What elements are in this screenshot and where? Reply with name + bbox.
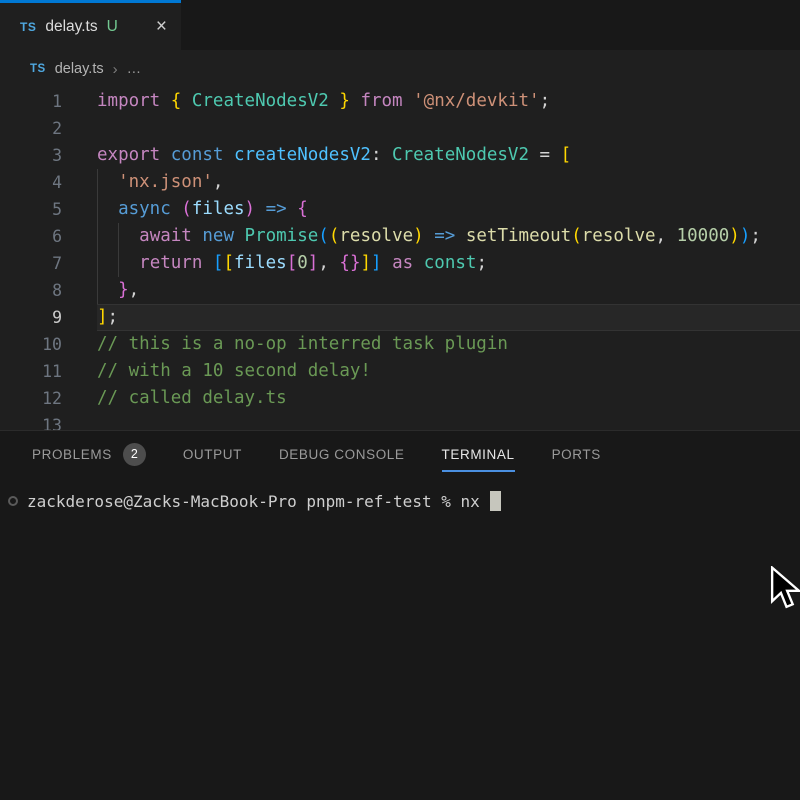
code-text [97, 412, 800, 430]
line-number[interactable]: 8 [0, 277, 62, 304]
code-line[interactable]: 9]; [0, 304, 800, 331]
tab-ports-label: PORTS [552, 447, 601, 462]
code-line[interactable]: 10 // this is a no-op interred task plugi… [0, 331, 800, 358]
line-number[interactable]: 6 [0, 223, 62, 250]
code-line[interactable]: 2 [0, 115, 800, 142]
code-text: await new Promise((resolve) => setTimeou… [97, 223, 800, 250]
tab-problems-label: PROBLEMS [32, 447, 112, 462]
code-line[interactable]: 7 return [[files[0], {}]] as const; [0, 250, 800, 277]
code-line[interactable]: 13 [0, 412, 800, 430]
line-number[interactable]: 10 [0, 331, 62, 358]
line-number[interactable]: 1 [0, 88, 62, 115]
typescript-file-icon: TS [30, 63, 46, 75]
line-number[interactable]: 4 [0, 169, 62, 196]
panel-tab-bar: PROBLEMS 2 OUTPUT DEBUG CONSOLE TERMINAL… [0, 431, 800, 477]
code-text: }, [97, 277, 800, 304]
tab-title: delay.ts [45, 18, 97, 36]
tab-terminal-label: TERMINAL [442, 447, 515, 462]
terminal-prompt: zackderose@Zacks-MacBook-Pro pnpm-ref-te… [27, 492, 480, 511]
code-text: async (files) => { [97, 196, 800, 223]
tab-delay-ts[interactable]: TS delay.ts U × [0, 0, 181, 50]
code-text: // called delay.ts [97, 385, 800, 412]
tab-terminal[interactable]: TERMINAL [442, 431, 515, 477]
breadcrumb-symbol[interactable]: … [127, 61, 143, 77]
tab-output[interactable]: OUTPUT [183, 431, 242, 477]
line-number[interactable]: 7 [0, 250, 62, 277]
code-line[interactable]: 6 await new Promise((resolve) => setTime… [0, 223, 800, 250]
code-line[interactable]: 8 }, [0, 277, 800, 304]
terminal[interactable]: zackderose@Zacks-MacBook-Pro pnpm-ref-te… [8, 490, 800, 512]
line-number[interactable]: 9 [0, 304, 62, 331]
indent-guide [97, 223, 98, 250]
close-icon[interactable]: × [156, 17, 167, 36]
line-number[interactable]: 2 [0, 115, 62, 142]
tab-output-label: OUTPUT [183, 447, 242, 462]
code-line[interactable]: 3 export const createNodesV2: CreateNodes… [0, 142, 800, 169]
bottom-panel: PROBLEMS 2 OUTPUT DEBUG CONSOLE TERMINAL… [0, 430, 800, 800]
code-text: return [[files[0], {}]] as const; [97, 250, 800, 277]
line-number[interactable]: 12 [0, 385, 62, 412]
problems-count-badge: 2 [123, 443, 146, 466]
tab-debug-console[interactable]: DEBUG CONSOLE [279, 431, 405, 477]
code-text: export const createNodesV2: CreateNodesV… [97, 142, 800, 169]
git-status-badge: U [107, 18, 118, 36]
code-lines: 1 import { CreateNodesV2 } from '@nx/devk… [0, 88, 800, 430]
tab-debug-console-label: DEBUG CONSOLE [279, 447, 405, 462]
command-decoration-icon [8, 496, 18, 506]
code-line[interactable]: 11 // with a 10 second delay! [0, 358, 800, 385]
code-editor[interactable]: 1 import { CreateNodesV2 } from '@nx/devk… [0, 88, 800, 430]
code-text [97, 115, 800, 142]
indent-guide [118, 223, 119, 250]
typescript-file-icon: TS [20, 20, 36, 34]
code-line[interactable]: 4 'nx.json', [0, 169, 800, 196]
code-text: // with a 10 second delay! [97, 358, 800, 385]
indent-guide [118, 250, 119, 277]
breadcrumb: TS delay.ts › … [0, 50, 800, 88]
breadcrumb-file[interactable]: delay.ts [55, 61, 104, 77]
line-number[interactable]: 13 [0, 412, 62, 430]
indent-guide [97, 277, 98, 304]
tab-problems[interactable]: PROBLEMS 2 [32, 431, 146, 477]
chevron-right-icon: › [113, 61, 118, 78]
indent-guide [97, 169, 98, 196]
code-text: 'nx.json', [97, 169, 800, 196]
code-line[interactable]: 12 // called delay.ts [0, 385, 800, 412]
editor-tab-bar: TS delay.ts U × [0, 0, 800, 50]
line-number[interactable]: 3 [0, 142, 62, 169]
line-number[interactable]: 5 [0, 196, 62, 223]
code-line[interactable]: 1 import { CreateNodesV2 } from '@nx/devk… [0, 88, 800, 115]
indent-guide [97, 250, 98, 277]
indent-guide [97, 196, 98, 223]
tab-ports[interactable]: PORTS [552, 431, 601, 477]
terminal-cursor [490, 491, 501, 511]
code-text: import { CreateNodesV2 } from '@nx/devki… [97, 88, 800, 115]
code-text: ]; [97, 304, 800, 331]
code-line[interactable]: 5 async (files) => { [0, 196, 800, 223]
code-text: // this is a no-op interred task plugin [97, 331, 800, 358]
line-number[interactable]: 11 [0, 358, 62, 385]
